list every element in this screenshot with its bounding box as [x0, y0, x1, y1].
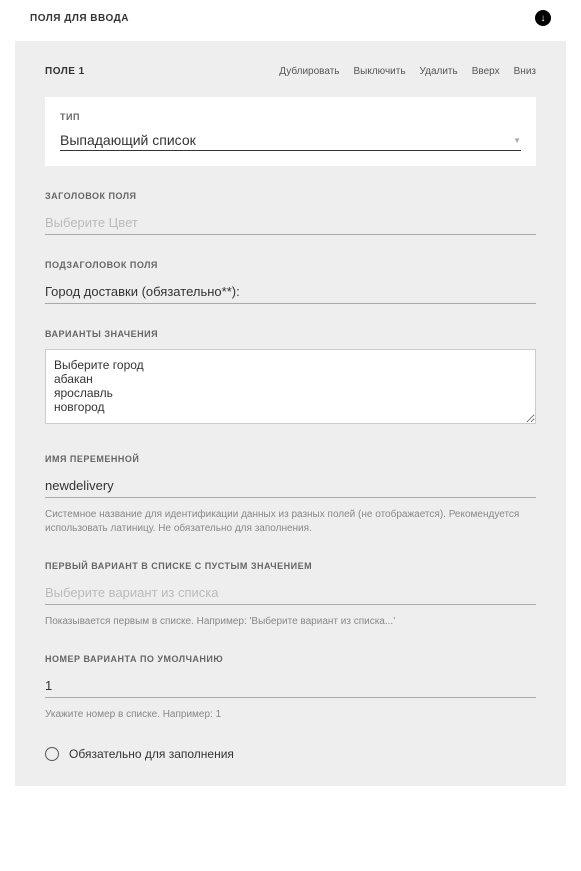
- varname-label: ИМЯ ПЕРЕМЕННОЙ: [45, 454, 536, 464]
- page-title: ПОЛЯ ДЛЯ ВВОДА: [30, 13, 129, 24]
- page-header: ПОЛЯ ДЛЯ ВВОДА ↓: [0, 0, 581, 41]
- panel-title: ПОЛЕ 1: [45, 66, 85, 77]
- first-option-input[interactable]: [45, 581, 536, 605]
- first-option-hint: Показывается первым в списке. Например: …: [45, 615, 536, 629]
- duplicate-button[interactable]: Дублировать: [279, 66, 339, 77]
- options-label: ВАРИАНТЫ ЗНАЧЕНИЯ: [45, 329, 536, 339]
- radio-icon: [45, 747, 59, 761]
- field-title-label: ЗАГОЛОВОК ПОЛЯ: [45, 191, 536, 201]
- options-textarea[interactable]: [45, 349, 536, 424]
- subtitle-input[interactable]: [45, 280, 536, 304]
- first-option-group: ПЕРВЫЙ ВАРИАНТ В СПИСКЕ С ПУСТЫМ ЗНАЧЕНИ…: [45, 561, 536, 629]
- varname-hint: Системное название для идентификации дан…: [45, 508, 536, 536]
- field-title-input[interactable]: [45, 211, 536, 235]
- arrow-down-icon[interactable]: ↓: [535, 10, 551, 26]
- caret-down-icon: ▼: [513, 136, 521, 145]
- subtitle-label: ПОДЗАГОЛОВОК ПОЛЯ: [45, 260, 536, 270]
- required-row[interactable]: Обязательно для заполнения: [45, 747, 536, 761]
- first-option-label: ПЕРВЫЙ ВАРИАНТ В СПИСКЕ С ПУСТЫМ ЗНАЧЕНИ…: [45, 561, 536, 571]
- field-title-group: ЗАГОЛОВОК ПОЛЯ: [45, 191, 536, 235]
- type-card: ТИП Выпадающий список ▼: [45, 97, 536, 166]
- panel-header: ПОЛЕ 1 Дублировать Выключить Удалить Вве…: [45, 66, 536, 77]
- delete-button[interactable]: Удалить: [420, 66, 458, 77]
- default-num-label: НОМЕР ВАРИАНТА ПО УМОЛЧАНИЮ: [45, 654, 536, 664]
- varname-group: ИМЯ ПЕРЕМЕННОЙ Системное название для ид…: [45, 454, 536, 536]
- field-panel: ПОЛЕ 1 Дублировать Выключить Удалить Вве…: [15, 41, 566, 786]
- options-group: ВАРИАНТЫ ЗНАЧЕНИЯ: [45, 329, 536, 429]
- move-up-button[interactable]: Вверх: [472, 66, 500, 77]
- default-num-hint: Укажите номер в списке. Например: 1: [45, 708, 536, 722]
- default-num-group: НОМЕР ВАРИАНТА ПО УМОЛЧАНИЮ Укажите номе…: [45, 654, 536, 722]
- type-select[interactable]: Выпадающий список ▼: [60, 132, 521, 151]
- subtitle-group: ПОДЗАГОЛОВОК ПОЛЯ: [45, 260, 536, 304]
- panel-actions: Дублировать Выключить Удалить Вверх Вниз: [279, 66, 536, 77]
- default-num-input[interactable]: [45, 674, 536, 698]
- varname-input[interactable]: [45, 474, 536, 498]
- required-label: Обязательно для заполнения: [69, 747, 234, 761]
- disable-button[interactable]: Выключить: [354, 66, 406, 77]
- type-value: Выпадающий список: [60, 132, 196, 148]
- move-down-button[interactable]: Вниз: [514, 66, 536, 77]
- type-label: ТИП: [60, 112, 521, 122]
